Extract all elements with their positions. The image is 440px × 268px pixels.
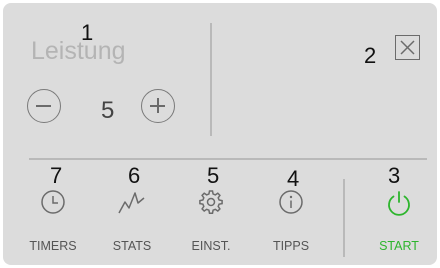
increase-button[interactable] [141, 89, 175, 123]
callout-7: 7 [50, 163, 63, 188]
stats-zigzag-icon [118, 192, 145, 214]
nav-tips[interactable]: TIPPS [253, 189, 329, 253]
clock-icon [41, 190, 65, 214]
callout-6: 6 [128, 163, 141, 188]
callout-2: 2 [364, 43, 377, 68]
power-icon [388, 191, 410, 216]
nav-start-label: START [379, 239, 419, 253]
close-icon [400, 40, 415, 55]
nav-timers[interactable]: TIMERS [15, 189, 91, 253]
gear-icon [199, 190, 223, 214]
nav-settings[interactable]: EINST. [173, 189, 249, 253]
vertical-divider [210, 23, 212, 136]
callout-5: 5 [207, 163, 220, 188]
decrease-button[interactable] [27, 89, 61, 123]
power-value: 5 [101, 97, 115, 124]
nav-stats[interactable]: STATS [94, 189, 170, 253]
settings-panel: Leistung 5 TIMERS STATS EINST. TIPPS STA… [3, 3, 437, 265]
nav-tips-label: TIPPS [272, 239, 310, 253]
callout-3: 3 [388, 163, 401, 188]
nav-settings-label: EINST. [191, 239, 231, 253]
power-title: Leistung [31, 37, 126, 65]
close-button[interactable] [395, 35, 420, 60]
nav-timers-label: TIMERS [29, 239, 77, 253]
callout-1: 1 [81, 20, 94, 45]
callout-4: 4 [287, 166, 300, 191]
horizontal-divider [29, 158, 427, 160]
info-icon [279, 190, 303, 214]
nav-start[interactable]: START [361, 189, 437, 253]
start-divider [343, 179, 345, 257]
nav-stats-label: STATS [112, 239, 152, 253]
